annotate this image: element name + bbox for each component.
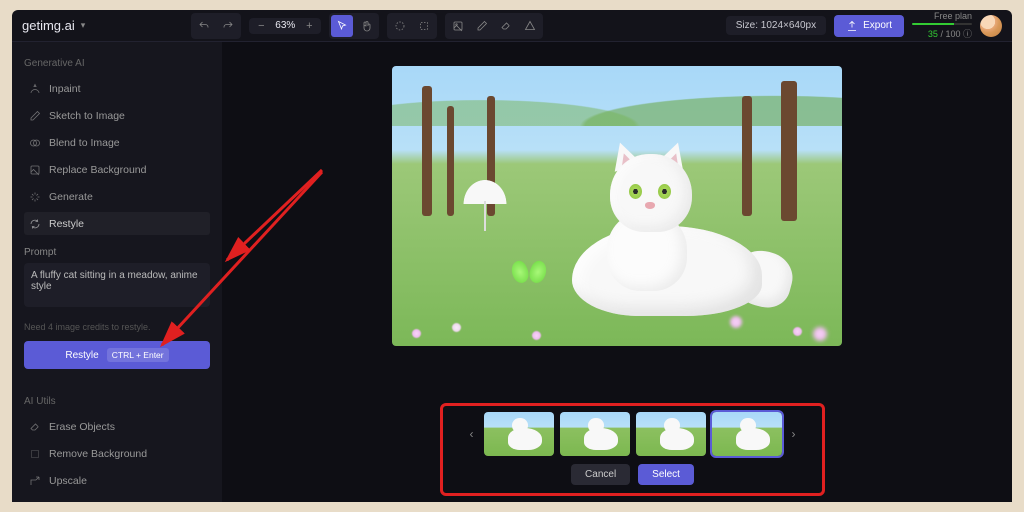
restyle-shortcut: CTRL + Enter: [107, 348, 169, 362]
zoom-out-button[interactable]: −: [251, 20, 271, 32]
eraser-icon: [28, 420, 41, 433]
zoom-control: − 63% +: [249, 18, 321, 34]
nav-label: Inpaint: [49, 83, 81, 95]
results-panel: ‹ › Cancel Select: [440, 403, 825, 496]
result-thumbnail[interactable]: [560, 412, 630, 456]
zoom-in-button[interactable]: +: [299, 20, 319, 32]
blend-icon: [28, 136, 41, 149]
undo-button[interactable]: [193, 15, 215, 37]
nav-remove-background[interactable]: Remove Background: [24, 442, 210, 465]
result-actions: Cancel Select: [451, 464, 814, 485]
sidebar: Generative AI Inpaint Sketch to Image Bl…: [12, 42, 222, 502]
next-result-button[interactable]: ›: [788, 427, 800, 441]
export-label: Export: [863, 20, 892, 31]
zoom-value: 63%: [271, 20, 299, 31]
tool-group-2: [387, 13, 437, 39]
marquee-tool[interactable]: [389, 15, 411, 37]
nav-label: Replace Background: [49, 164, 146, 176]
result-thumbnail[interactable]: [636, 412, 706, 456]
result-thumbnail[interactable]: [484, 412, 554, 456]
avatar[interactable]: [980, 15, 1002, 37]
eraser-tool[interactable]: [495, 15, 517, 37]
prev-result-button[interactable]: ‹: [466, 427, 478, 441]
nav-replace-background[interactable]: Replace Background: [24, 158, 210, 181]
nav-sketch-to-image[interactable]: Sketch to Image: [24, 104, 210, 127]
brand[interactable]: getimg.ai ▾: [22, 18, 85, 33]
inpaint-icon: [28, 82, 41, 95]
nav-generate[interactable]: Generate: [24, 185, 210, 208]
nav-erase-objects[interactable]: Erase Objects: [24, 415, 210, 438]
cancel-button[interactable]: Cancel: [571, 464, 630, 485]
shape-tool[interactable]: [519, 15, 541, 37]
prompt-input[interactable]: [24, 263, 210, 307]
plan-label: Free plan: [912, 11, 972, 21]
plan-bar: [912, 23, 972, 25]
upscale-icon: [28, 474, 41, 487]
credits-note: Need 4 image credits to restyle.: [24, 322, 210, 332]
hand-tool[interactable]: [355, 15, 377, 37]
upload-icon: [846, 20, 858, 32]
prompt-label: Prompt: [24, 247, 210, 258]
remove-bg-icon: [28, 447, 41, 460]
image-tool[interactable]: [447, 15, 469, 37]
brand-text: getimg.ai: [22, 18, 75, 33]
plan-count: 35 / 100 ⓘ: [912, 27, 972, 40]
nav-label: Generate: [49, 191, 93, 203]
canvas-size-pill[interactable]: Size: 1024×640px: [726, 16, 826, 35]
pencil-icon: [28, 109, 41, 122]
nav-label: Upscale: [49, 475, 87, 487]
nav-upscale[interactable]: Upscale: [24, 469, 210, 492]
tool-group-3: [445, 13, 543, 39]
nav-label: Erase Objects: [49, 421, 115, 433]
prompt-box: Prompt: [24, 247, 210, 310]
brush-tool[interactable]: [471, 15, 493, 37]
nav-label: Remove Background: [49, 448, 147, 460]
nav-blend-to-image[interactable]: Blend to Image: [24, 131, 210, 154]
lasso-tool[interactable]: [413, 15, 435, 37]
nav-label: Blend to Image: [49, 137, 120, 149]
section-ai-utils: AI Utils: [24, 396, 210, 407]
sparkle-icon: [28, 190, 41, 203]
restyle-button-label: Restyle: [65, 350, 98, 361]
chevron-down-icon: ▾: [81, 20, 86, 31]
result-thumbnail[interactable]: [712, 412, 782, 456]
main-image[interactable]: [392, 66, 842, 346]
redo-button[interactable]: [217, 15, 239, 37]
restyle-button[interactable]: Restyle CTRL + Enter: [24, 341, 210, 369]
restyle-icon: [28, 217, 41, 230]
nav-label: Restyle: [49, 218, 84, 230]
replace-bg-icon: [28, 163, 41, 176]
thumbnails-row: ‹ ›: [451, 412, 814, 456]
section-generative-ai: Generative AI: [24, 58, 210, 69]
body: Generative AI Inpaint Sketch to Image Bl…: [12, 42, 1012, 502]
nav-restyle[interactable]: Restyle: [24, 212, 210, 235]
tool-group-1: [329, 13, 379, 39]
select-button[interactable]: Select: [638, 464, 694, 485]
history-group: [191, 13, 241, 39]
nav-label: Sketch to Image: [49, 110, 125, 122]
nav-inpaint[interactable]: Inpaint: [24, 77, 210, 100]
canvas-area[interactable]: ‹ › Cancel Select: [222, 42, 1012, 502]
plan-status[interactable]: Free plan 35 / 100 ⓘ: [912, 11, 972, 40]
topbar: getimg.ai ▾ − 63% + Size: 1024×: [12, 10, 1012, 42]
pointer-tool[interactable]: [331, 15, 353, 37]
app-window: getimg.ai ▾ − 63% + Size: 1024×: [12, 10, 1012, 502]
export-button[interactable]: Export: [834, 15, 904, 37]
